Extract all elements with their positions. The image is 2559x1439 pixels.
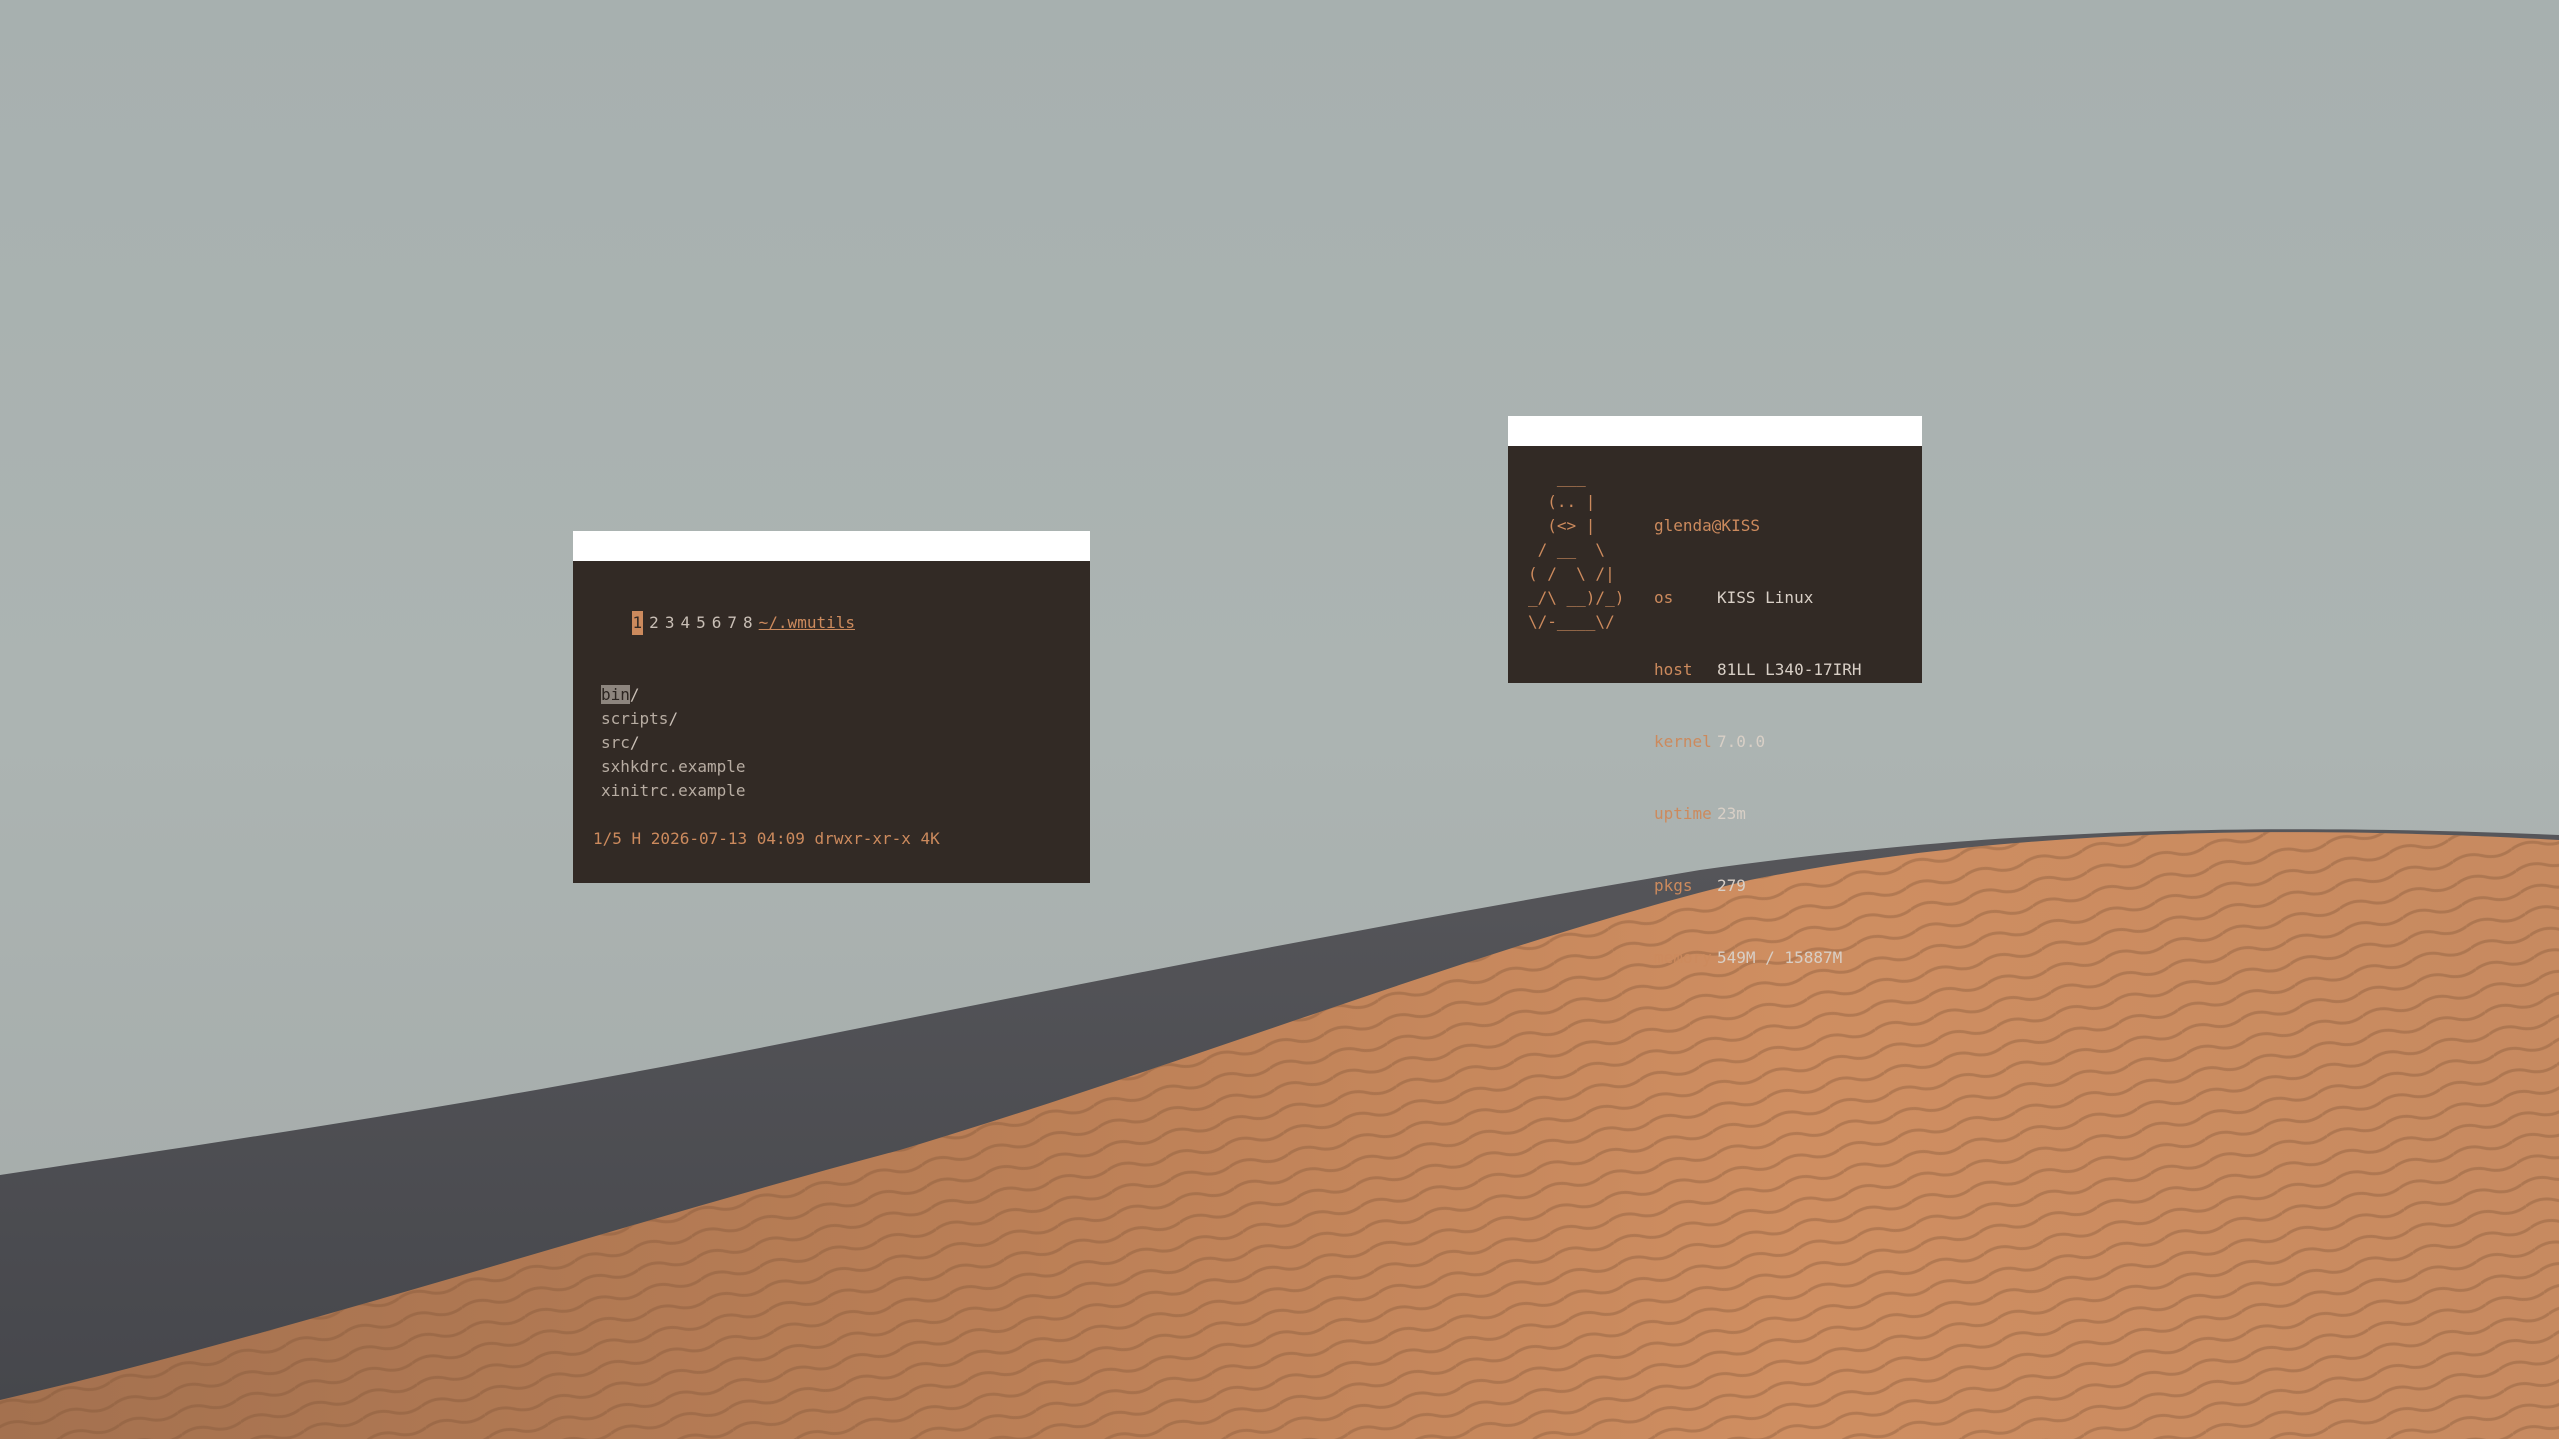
system-info: glenda@KISS os KISS Linux host 81LL L340-1… bbox=[1654, 466, 1862, 1018]
selected-entry-name: bin bbox=[601, 685, 630, 704]
tab-4[interactable]: 4 bbox=[680, 611, 690, 635]
info-row-host: host 81LL L340-17IRH bbox=[1654, 660, 1862, 679]
list-item[interactable]: src/ bbox=[601, 731, 746, 755]
info-row-os: os KISS Linux bbox=[1654, 588, 1814, 607]
window-titlebar[interactable] bbox=[1508, 416, 1922, 446]
info-row-memory: memory 549M / 15887M bbox=[1654, 948, 1843, 967]
desktop-wallpaper bbox=[0, 0, 2559, 1439]
info-row-kernel: kernel 7.0.0 bbox=[1654, 732, 1766, 751]
tab-5[interactable]: 5 bbox=[696, 611, 706, 635]
list-item[interactable]: xinitrc.example bbox=[601, 779, 746, 803]
tab-3[interactable]: 3 bbox=[665, 611, 675, 635]
ascii-logo: ___ (.. | (<> | / __ \( / \ /| _/\ __)/_)… bbox=[1528, 468, 1625, 631]
info-row-pkgs: pkgs 279 bbox=[1654, 876, 1746, 895]
list-item[interactable]: bin/ bbox=[601, 683, 746, 707]
tab-6[interactable]: 6 bbox=[712, 611, 722, 635]
tab-1[interactable]: 1 bbox=[631, 611, 644, 635]
tab-7[interactable]: 7 bbox=[727, 611, 737, 635]
tab-2[interactable]: 2 bbox=[649, 611, 659, 635]
list-item[interactable]: sxhkdrc.example bbox=[601, 755, 746, 779]
user-host: glenda@KISS bbox=[1654, 516, 1760, 535]
info-row-uptime: uptime 23m bbox=[1654, 804, 1746, 823]
tab-8[interactable]: 8 bbox=[743, 611, 753, 635]
system-fetch-window[interactable]: ___ (.. | (<> | / __ \( / \ /| _/\ __)/_)… bbox=[1508, 416, 1922, 967]
current-path[interactable]: ~/.wmutils bbox=[759, 613, 855, 632]
list-item[interactable]: scripts/ bbox=[601, 707, 746, 731]
status-line: 1/5 H 2026-07-13 04:09 drwxr-xr-x 4K bbox=[593, 829, 940, 848]
file-manager-window[interactable]: 1 2 3 4 5 6 7 8 ~/.wmutils bin/scripts/src/sxhkd… bbox=[573, 531, 1090, 883]
window-titlebar[interactable] bbox=[573, 531, 1090, 561]
file-list: bin/scripts/src/sxhkdrc.example xinitrc.e… bbox=[601, 635, 746, 851]
